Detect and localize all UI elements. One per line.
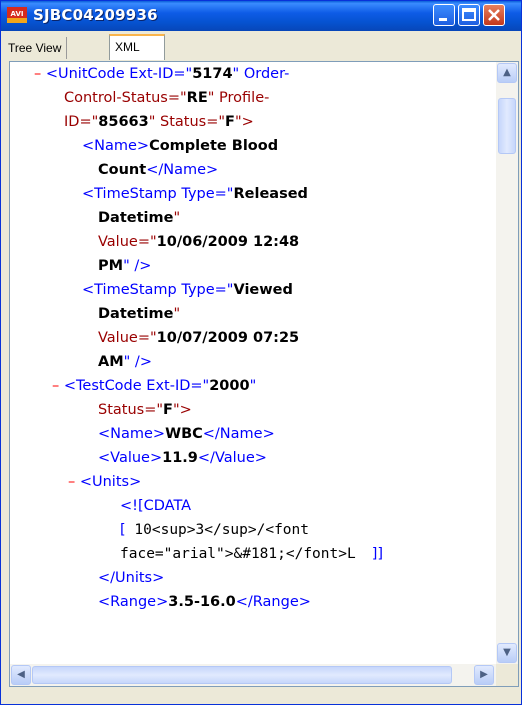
chevron-right-icon: ▶ — [480, 669, 488, 680]
tab-tree-view[interactable]: Tree View — [3, 37, 68, 59]
scroll-up-button[interactable]: ▲ — [497, 63, 517, 83]
xml-line: Count</Name> — [98, 162, 219, 178]
xml-line: Value="10/06/2009 12:48 — [98, 234, 300, 250]
scroll-left-button[interactable]: ◀ — [11, 665, 31, 685]
logo-text: AVI — [11, 10, 24, 18]
window-title: SJBC04209936 — [33, 6, 158, 24]
title-bar[interactable]: AVI SJBC04209936 — [1, 1, 521, 31]
xml-line: ID="85663" Status="F"> — [64, 114, 254, 130]
vertical-scrollbar[interactable]: ▲ ▼ — [496, 62, 518, 664]
chevron-down-icon: ▼ — [503, 647, 511, 658]
xml-line: <Name>WBC</Name> — [98, 426, 275, 442]
minimize-icon — [439, 18, 447, 21]
xml-line: <TimeStamp Type="Viewed — [82, 282, 293, 298]
minimize-button[interactable] — [433, 4, 455, 26]
xml-panel: – <UnitCode Ext-ID="5174" Order- Control… — [9, 61, 519, 687]
xml-line: Value="10/07/2009 07:25 — [98, 330, 300, 346]
close-icon — [488, 9, 500, 21]
xml-line: Control-Status="RE" Profile- — [64, 90, 270, 106]
xml-line: AM" /> — [98, 354, 152, 370]
xml-line: [ 10<sup>3</sup>/<font — [120, 522, 309, 538]
avi-logo-icon: AVI — [7, 7, 27, 23]
vertical-scroll-thumb[interactable] — [498, 98, 516, 154]
chevron-left-icon: ◀ — [17, 669, 25, 680]
xml-line: – <Units> — [68, 474, 142, 490]
maximize-button[interactable] — [458, 4, 480, 26]
xml-line: <Value>11.9</Value> — [98, 450, 267, 466]
collapse-toggle[interactable]: – — [52, 378, 59, 394]
xml-line: Datetime" — [98, 306, 181, 322]
xml-line: <Range>3.5-16.0</Range> — [98, 594, 311, 610]
scroll-down-button[interactable]: ▼ — [497, 643, 517, 663]
horizontal-scroll-thumb[interactable] — [32, 666, 452, 684]
xml-line: PM" /> — [98, 258, 152, 274]
tab-xml[interactable]: XML — [109, 34, 165, 60]
close-button[interactable] — [483, 4, 505, 26]
xml-line: Status="F"> — [98, 402, 192, 418]
xml-line: <TimeStamp Type="Released — [82, 186, 308, 202]
app-window: AVI SJBC04209936 Tree View XML – <UnitCo… — [0, 0, 522, 705]
tab-strip: Tree View XML — [1, 31, 521, 61]
xml-line: – <UnitCode Ext-ID="5174" Order- — [34, 66, 290, 82]
xml-line: – <TestCode Ext-ID="2000" — [52, 378, 257, 394]
scroll-right-button[interactable]: ▶ — [474, 665, 494, 685]
xml-line: <![CDATA — [120, 498, 192, 514]
maximize-icon — [462, 8, 476, 21]
collapse-toggle[interactable]: – — [68, 474, 75, 490]
collapse-toggle[interactable]: – — [34, 66, 41, 82]
horizontal-scrollbar[interactable]: ◀ ▶ — [10, 664, 496, 686]
scroll-corner — [496, 664, 518, 686]
xml-line: face="arial">&#181;</font>L]] — [120, 546, 384, 562]
chevron-up-icon: ▲ — [503, 67, 511, 78]
xml-line: <Name>Complete Blood — [82, 138, 279, 154]
xml-line: Datetime" — [98, 210, 181, 226]
xml-code-view[interactable]: – <UnitCode Ext-ID="5174" Order- Control… — [10, 62, 496, 664]
xml-line: </Units> — [98, 570, 165, 586]
